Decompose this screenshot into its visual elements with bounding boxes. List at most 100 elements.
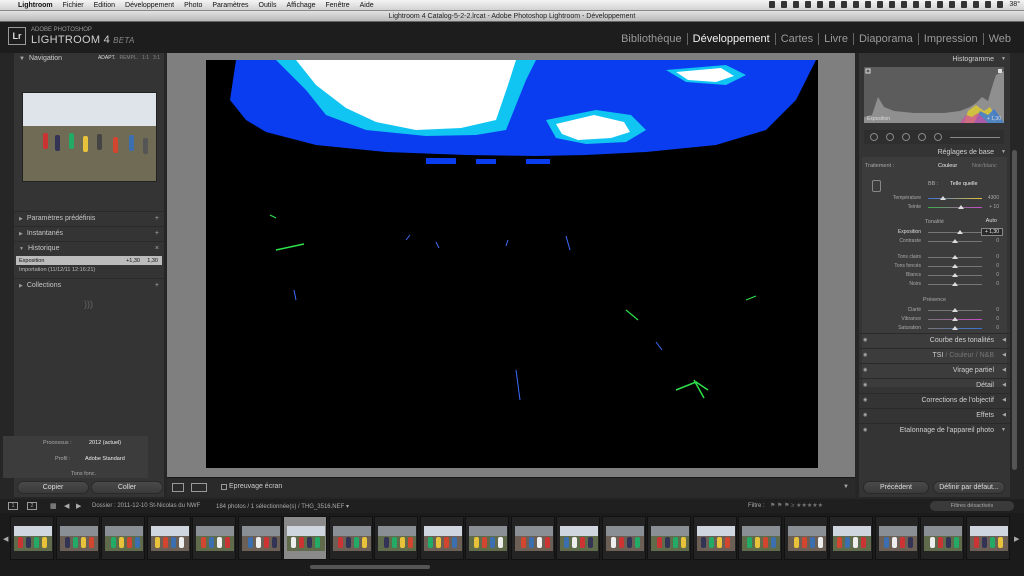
saturation-slider[interactable]: Saturation 0 (862, 324, 1007, 333)
process-select[interactable]: 2012 (actuel) (89, 440, 121, 446)
module-developpement[interactable]: Développement (688, 33, 776, 45)
back-arrow-icon[interactable]: ◀ (64, 502, 69, 510)
filmstrip-thumbnail[interactable] (556, 516, 600, 560)
module-web[interactable]: Web (984, 33, 1016, 45)
forward-arrow-icon[interactable]: ▶ (76, 502, 81, 510)
tray-icon[interactable] (793, 1, 800, 8)
tray-icon[interactable] (985, 1, 992, 8)
menu-outils[interactable]: Outils (259, 2, 277, 9)
panel-lens-corrections[interactable]: ◉ Corrections de l'objectif ◀ (859, 393, 1010, 406)
filmstrip-thumbnail[interactable] (601, 516, 646, 560)
shadows-slider[interactable]: Tons foncés 0 (862, 262, 1007, 271)
window-2-button[interactable]: 2 (27, 502, 37, 510)
filmstrip-thumbnail[interactable] (192, 516, 236, 560)
solo-toggle-icon[interactable]: ◉ (863, 409, 867, 422)
histogram-header[interactable]: Histogramme ▼ (859, 54, 1010, 65)
slider-value[interactable]: 0 (996, 263, 999, 269)
tray-icon[interactable] (805, 1, 812, 8)
copy-button[interactable]: Copier (17, 481, 89, 494)
module-bibliotheque[interactable]: Bibliothèque (616, 33, 688, 45)
toolbar-menu-icon[interactable]: ▼ (843, 484, 849, 490)
panel-tone-curve[interactable]: ◉ Courbe des tonalités ◀ (859, 333, 1010, 346)
navigator-preview[interactable] (22, 92, 157, 182)
tray-icon[interactable] (925, 1, 932, 8)
filter-select[interactable]: Filtres désactivés (930, 501, 1014, 511)
tray-icon[interactable] (937, 1, 944, 8)
slider-knob[interactable] (952, 282, 958, 286)
history-item[interactable]: Exposition +1,30 1,30 (16, 256, 162, 265)
panel-collections[interactable]: ▶ Collections + (14, 278, 164, 292)
panel-hsl[interactable]: ◉ TSI / Couleur / N&B ◀ (859, 348, 1010, 361)
panel-camera-calibration[interactable]: ◉ Etalonnage de l'appareil photo ▼ (859, 423, 1010, 436)
solo-toggle-icon[interactable]: ◉ (863, 424, 867, 437)
menu-lightroom[interactable]: Lightroom (18, 2, 53, 9)
blacks-slider[interactable]: Noirs 0 (862, 280, 1007, 289)
panel-label-tsi[interactable]: TSI (932, 352, 943, 359)
panel-effects[interactable]: ◉ Effets ◀ (859, 408, 1010, 421)
menu-affichage[interactable]: Affichage (286, 2, 315, 9)
slider-value[interactable]: 0 (996, 307, 999, 313)
filmstrip-thumbnail[interactable] (10, 516, 54, 560)
tint-slider[interactable]: Teinte + 10 (862, 203, 1007, 212)
paste-button[interactable]: Coller (91, 481, 163, 494)
tray-icon[interactable] (841, 1, 848, 8)
filmstrip-thumbnail[interactable] (465, 516, 509, 560)
slider-value[interactable]: 0 (996, 316, 999, 322)
menu-photo[interactable]: Photo (184, 2, 202, 9)
slider-value[interactable]: + 10 (989, 204, 999, 210)
filmstrip-thumbnail[interactable] (237, 516, 282, 560)
solo-toggle-icon[interactable]: ◉ (863, 379, 867, 392)
treatment-color[interactable]: Couleur (938, 163, 957, 169)
zoom-fit[interactable]: ADAPT. (98, 55, 116, 61)
crop-tool-icon[interactable] (870, 133, 878, 141)
window-1-button[interactable]: 1 (8, 502, 18, 510)
menu-fenetre[interactable]: Fenêtre (326, 2, 350, 9)
panel-snapshots[interactable]: ▶ Instantanés + (14, 226, 164, 240)
filmstrip-right-arrow-icon[interactable]: ▶ (1014, 535, 1019, 543)
slider-value[interactable]: 0 (996, 281, 999, 287)
tray-icon[interactable] (853, 1, 860, 8)
panel-split-toning[interactable]: ◉ Virage partiel ◀ (859, 363, 1010, 376)
filmstrip-source[interactable]: Dossier : 2011-12-10 St-Nicolas du NWF (92, 503, 200, 509)
slider-knob[interactable] (952, 255, 958, 259)
filmstrip-thumbnail[interactable] (692, 516, 737, 560)
module-impression[interactable]: Impression (919, 33, 984, 45)
module-diaporama[interactable]: Diaporama (854, 33, 919, 45)
wb-select[interactable]: Telle quelle (950, 181, 978, 187)
filmstrip-thumbnail[interactable] (328, 516, 373, 560)
history-item[interactable]: Importation (11/12/11 12:16:21) (16, 265, 162, 274)
slider-knob[interactable] (952, 326, 958, 330)
red-eye-icon[interactable] (902, 133, 910, 141)
filmstrip-thumbnail[interactable] (510, 516, 555, 560)
slider-value[interactable]: + 1,30 (980, 228, 1003, 236)
add-collection-icon[interactable]: + (155, 282, 159, 289)
contrast-slider[interactable]: Contraste 0 (862, 237, 1007, 246)
tray-icon[interactable] (829, 1, 836, 8)
solo-toggle-icon[interactable]: ◉ (863, 349, 867, 362)
tray-icon[interactable] (781, 1, 788, 8)
tray-icon[interactable] (817, 1, 824, 8)
solo-toggle-icon[interactable]: ◉ (863, 394, 867, 407)
exposure-slider[interactable]: Exposition + 1,30 (862, 228, 1007, 237)
module-livre[interactable]: Livre (819, 33, 854, 45)
rating-filter-icon[interactable]: ⚑ ⚑ ⚑ ≥ ★★★★★ (770, 502, 823, 509)
spot-removal-icon[interactable] (886, 133, 894, 141)
filmstrip-thumbnail[interactable] (374, 516, 418, 560)
tray-icon[interactable] (913, 1, 920, 8)
tray-icon[interactable] (889, 1, 896, 8)
previous-button[interactable]: Précédent (863, 481, 929, 494)
filmstrip-left-arrow-icon[interactable]: ◀ (3, 535, 8, 543)
tray-icon[interactable] (973, 1, 980, 8)
graduated-filter-icon[interactable] (918, 133, 926, 141)
slider-knob[interactable] (958, 205, 964, 209)
white-balance-picker-icon[interactable] (872, 180, 881, 192)
menu-fichier[interactable]: Fichier (63, 2, 84, 9)
add-snapshot-icon[interactable]: + (155, 230, 159, 237)
tray-icon[interactable] (997, 1, 1004, 8)
slider-value[interactable]: 0 (996, 238, 999, 244)
loupe-view-icon[interactable] (172, 483, 184, 492)
slider-value[interactable]: 0 (996, 272, 999, 278)
tray-icon[interactable] (901, 1, 908, 8)
filmstrip-thumbnail[interactable] (647, 516, 691, 560)
panel-label-couleur[interactable]: Couleur (949, 352, 974, 359)
